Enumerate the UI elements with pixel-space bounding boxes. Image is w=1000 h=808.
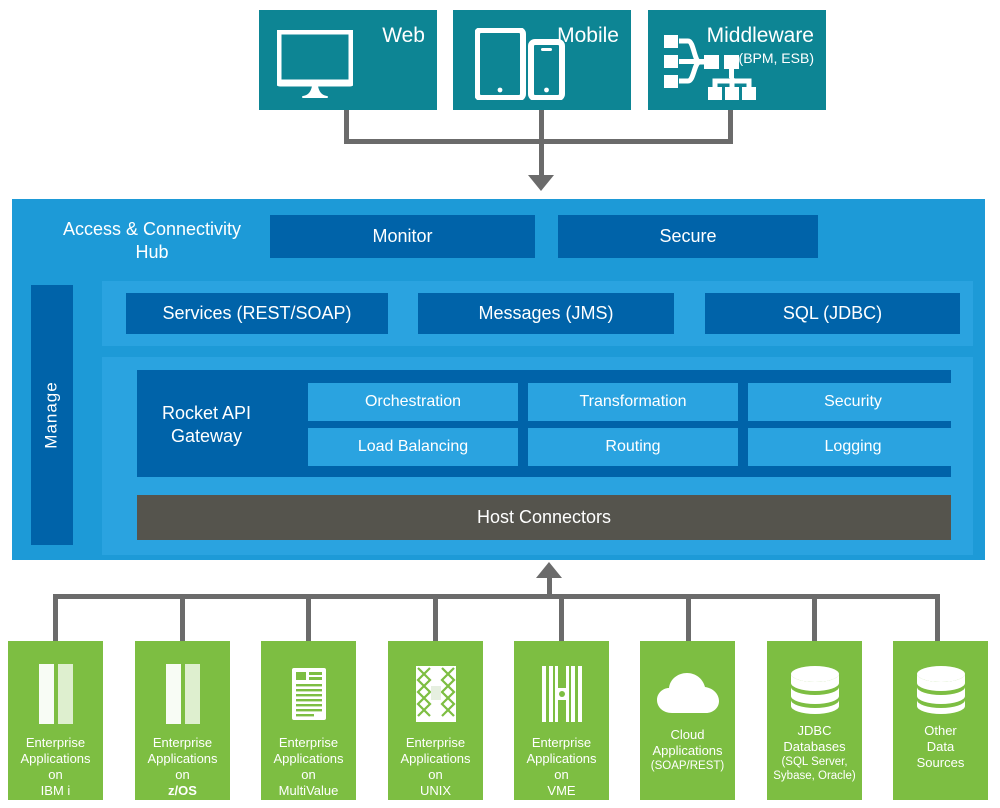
gateway-label: Rocket API Gateway — [162, 402, 251, 448]
server-tower-icon — [37, 663, 75, 725]
source-label-other-data-sources: Other Data Sources — [913, 723, 969, 771]
channel-label-web: Web — [382, 24, 425, 47]
source-label-unix: Enterprise Applications on UNIX — [396, 735, 474, 799]
source-line: Enterprise — [405, 735, 466, 750]
source-label-vme: Enterprise Applications on VME — [522, 735, 600, 799]
source-sublabel-jdbc: (SQL Server, Sybase, Oracle) — [773, 756, 856, 782]
channel-card-web[interactable]: Web — [259, 10, 437, 110]
host-connectors-bar[interactable]: Host Connectors — [137, 495, 951, 540]
gateway-capability-security[interactable]: Security — [748, 383, 958, 421]
connector-source-stem-7 — [812, 594, 817, 641]
connector-source-stem-5 — [559, 594, 564, 641]
gateway-capability-routing[interactable]: Routing — [528, 428, 738, 466]
protocol-sql[interactable]: SQL (JDBC) — [705, 293, 960, 334]
source-card-vme[interactable]: Enterprise Applications on VME — [514, 641, 609, 800]
connector-sources-bus — [53, 594, 940, 599]
connector-source-stem-4 — [433, 594, 438, 641]
source-line: Enterprise — [531, 735, 592, 750]
connector-source-stem-3 — [306, 594, 311, 641]
hub-function-monitor[interactable]: Monitor — [270, 215, 535, 258]
source-label-jdbc: JDBC Databases — [779, 723, 849, 755]
source-platform: z/OS — [168, 783, 197, 798]
database-cylinder-icon — [790, 665, 840, 715]
source-platform: MultiValue — [278, 783, 339, 798]
database-cylinder-icon — [916, 665, 966, 715]
source-line: Enterprise — [25, 735, 86, 750]
gateway-label-line1: Rocket API — [162, 403, 252, 423]
source-line: Applications — [20, 751, 91, 766]
manage-label: Manage — [42, 381, 61, 449]
gateway-panel: Rocket API Gateway Orchestration Transfo… — [102, 357, 973, 555]
source-platform: IBM i — [40, 783, 71, 798]
source-line: Data — [926, 739, 955, 754]
source-line: on — [175, 767, 190, 782]
hub-title-line1: Access & Connectivity — [62, 219, 242, 239]
source-line: Applications — [273, 751, 344, 766]
manage-bar[interactable]: Manage — [31, 285, 73, 545]
source-label-ibm-i: Enterprise Applications on IBM i — [16, 735, 94, 799]
gateway-capability-transformation[interactable]: Transformation — [528, 383, 738, 421]
source-line: on — [554, 767, 569, 782]
channel-card-mobile[interactable]: Mobile — [453, 10, 631, 110]
desktop-monitor-icon — [274, 27, 356, 103]
source-label-cloud: Cloud Applications — [648, 727, 726, 759]
source-card-jdbc-databases[interactable]: JDBC Databases (SQL Server, Sybase, Orac… — [767, 641, 862, 800]
hub-function-secure[interactable]: Secure — [558, 215, 818, 258]
source-line: Databases — [783, 739, 846, 754]
source-platform: VME — [547, 783, 576, 798]
source-card-unix[interactable]: Enterprise Applications on UNIX — [388, 641, 483, 800]
hub-title: Access & Connectivity Hub — [32, 218, 272, 264]
cloud-icon — [656, 671, 719, 717]
source-line: Cloud — [670, 727, 705, 742]
gateway-label-line2: Gateway — [171, 426, 243, 446]
vme-block-icon — [541, 663, 582, 725]
gateway-capability-load-balancing[interactable]: Load Balancing — [308, 428, 518, 466]
protocol-messages[interactable]: Messages (JMS) — [418, 293, 674, 334]
source-line: on — [48, 767, 63, 782]
connector-source-stem-2 — [180, 594, 185, 641]
source-line: Applications — [147, 751, 218, 766]
architecture-diagram: Web Mobile Middleware (BPM, ESB) Access … — [0, 0, 1000, 808]
access-connectivity-hub: Access & Connectivity Hub Monitor Secure… — [12, 199, 985, 560]
source-label-zos: Enterprise Applications on z/OS — [143, 735, 221, 799]
source-platform: UNIX — [419, 783, 452, 798]
source-line: Enterprise — [278, 735, 339, 750]
protocol-panel: Services (REST/SOAP) Messages (JMS) SQL … — [102, 281, 973, 346]
server-tower-icon — [164, 663, 202, 725]
source-line: on — [301, 767, 316, 782]
arrow-into-hub-icon — [528, 175, 554, 191]
source-sublabel-cloud: (SOAP/REST) — [650, 760, 725, 772]
source-line: Other — [924, 723, 957, 738]
source-line: Enterprise — [152, 735, 213, 750]
tablet-and-phone-icon — [474, 27, 565, 105]
source-label-multivalue: Enterprise Applications on MultiValue — [269, 735, 347, 799]
source-card-ibm-i[interactable]: Enterprise Applications on IBM i — [8, 641, 103, 800]
hub-title-line2: Hub — [135, 242, 169, 262]
source-line: on — [428, 767, 443, 782]
channel-label-mobile: Mobile — [557, 24, 619, 47]
connector-hub-feed — [539, 139, 544, 177]
gateway-capability-orchestration[interactable]: Orchestration — [308, 383, 518, 421]
source-card-multivalue[interactable]: Enterprise Applications on MultiValue — [261, 641, 356, 800]
document-list-icon — [291, 663, 326, 725]
source-line: Applications — [652, 743, 723, 758]
rocket-api-gateway: Rocket API Gateway Orchestration Transfo… — [137, 370, 958, 477]
middleware-network-icon — [664, 34, 762, 107]
gateway-capability-logging[interactable]: Logging — [748, 428, 958, 466]
source-line: Sources — [916, 755, 965, 770]
connector-source-stem-8 — [935, 594, 940, 641]
source-card-other-data-sources[interactable]: Other Data Sources — [893, 641, 988, 800]
protocol-services[interactable]: Services (REST/SOAP) — [126, 293, 388, 334]
source-card-cloud[interactable]: Cloud Applications (SOAP/REST) — [640, 641, 735, 800]
connector-source-stem-1 — [53, 594, 58, 641]
source-line: Applications — [400, 751, 471, 766]
unix-block-icon — [415, 663, 456, 725]
channel-card-middleware[interactable]: Middleware (BPM, ESB) — [648, 10, 826, 110]
source-line: JDBC — [797, 723, 832, 738]
source-card-zos[interactable]: Enterprise Applications on z/OS — [135, 641, 230, 800]
connector-source-stem-6 — [686, 594, 691, 641]
source-line: Applications — [526, 751, 597, 766]
